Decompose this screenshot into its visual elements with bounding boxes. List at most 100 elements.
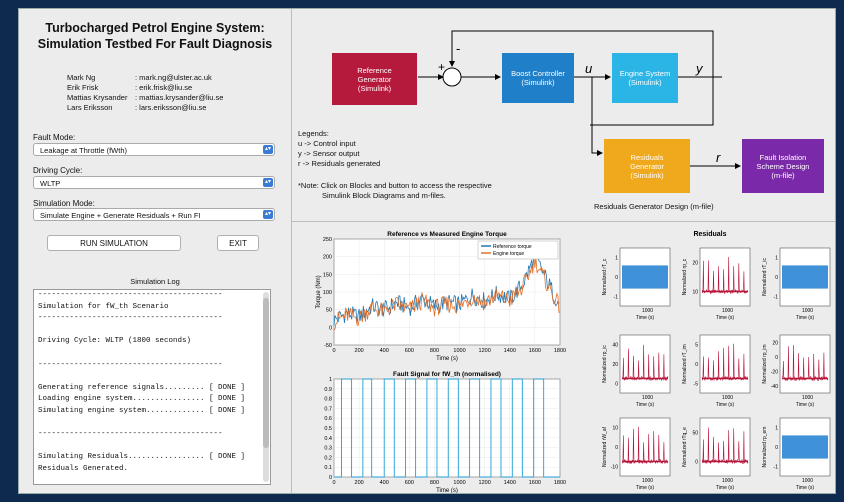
u-label: u (585, 61, 592, 76)
boost-controller-block[interactable]: Boost Controller (Simulink) (502, 53, 574, 103)
y-tick-label: 1 (775, 426, 778, 432)
plot-area (699, 334, 751, 394)
y-tick-label: 0.8 (324, 397, 332, 403)
x-axis-label: Time (s) (436, 356, 458, 362)
y-tick-label: -50 (324, 343, 332, 349)
chevron-updown-icon[interactable]: ▴▾ (263, 178, 273, 187)
y-axis-label: Normalized rp_im (762, 344, 768, 383)
x-tick-label: 1000 (802, 308, 813, 314)
driving-cycle-select[interactable]: WLTP ▴▾ (33, 176, 275, 189)
x-tick-label: 800 (430, 480, 439, 486)
simulation-log[interactable]: ----------------------------------------… (33, 289, 271, 485)
y-tick-label: 0.6 (324, 416, 332, 422)
x-tick-label: 1000 (722, 308, 733, 314)
note: *Note: Click on Blocks and button to acc… (298, 181, 492, 201)
x-tick-label: 1000 (453, 348, 465, 354)
x-axis-label: Time (s) (636, 315, 654, 321)
y-tick-label: -5 (694, 381, 699, 387)
x-tick-label: 1000 (453, 480, 465, 486)
y-tick-label: -1 (774, 464, 779, 470)
x-tick-label: 400 (380, 348, 389, 354)
chart-legend: Reference torqueEngine torque (477, 240, 559, 260)
scrollbar-thumb[interactable] (263, 298, 269, 448)
y-tick-label: 0 (615, 445, 618, 451)
y-tick-label: 100 (323, 290, 332, 296)
x-tick-label: 1600 (529, 348, 541, 354)
authors-list: Mark Ng: mark.ng@ulster.ac.uk Erik Frisk… (67, 73, 223, 113)
engine-system-block[interactable]: Engine System (Simulink) (612, 53, 678, 103)
y-tick-label: 1 (615, 256, 618, 262)
x-tick-label: 1000 (642, 395, 653, 401)
note-line: *Note: Click on Blocks and button to acc… (298, 181, 492, 190)
y-tick-label: 1 (329, 377, 332, 383)
y-tick-label: 250 (323, 237, 332, 243)
fault-signal-chart: Fault Signal for fW_th (normalised) 0 200 4… (324, 371, 566, 494)
exit-button[interactable]: EXIT (217, 235, 259, 251)
legend-title: Legends: (298, 129, 329, 138)
log-scrollbar[interactable] (263, 292, 269, 482)
chart-title: Residuals (693, 231, 726, 238)
y-tick-label: -10 (611, 464, 618, 470)
fault-mode-label: Fault Mode: (33, 133, 76, 142)
y-tick-label: 10 (612, 426, 618, 432)
residuals-design-link[interactable]: Residuals Generator Design (m-file) (594, 202, 714, 211)
y-tick-label: 0.3 (324, 446, 332, 452)
reference-generator-block[interactable]: Reference Generator (Simulink) (332, 53, 417, 105)
y-tick-label: 0 (775, 445, 778, 451)
x-axis-label: Time (s) (796, 402, 814, 408)
residual-panel: -10 0 10 1000Time (s) Normalized rW_af (602, 417, 671, 491)
plots-area: Reference vs Measured Engine Torque0 200 4… (316, 231, 831, 494)
fault-mode-select[interactable]: Leakage at Throttle (fWth) ▴▾ (33, 143, 275, 156)
driving-cycle-label: Driving Cycle: (33, 166, 83, 175)
simulation-mode-select[interactable]: Simulate Engine + Generate Residuals + R… (33, 208, 275, 221)
y-tick-label: 50 (326, 308, 332, 314)
residual-signal (782, 435, 828, 459)
residual-panel: 10 20 1000Time (s) Normalized rp_c (682, 247, 751, 321)
fault-isolation-block[interactable]: Fault Isolation Scheme Design (m-file) (742, 139, 824, 193)
summing-junction (442, 67, 462, 87)
y-axis-label: Normalized rp_ic (602, 345, 608, 383)
app-window: Turbocharged Petrol Engine System: Simul… (18, 8, 836, 494)
y-tick-label: 10 (692, 290, 698, 296)
log-line: Loading engine system................ [ … (38, 395, 246, 404)
x-axis-label: Time (s) (636, 402, 654, 408)
y-axis-label: Normalized rTq_e (682, 427, 688, 467)
y-tick-label: 0 (695, 362, 698, 368)
x-axis-label: Time (s) (436, 488, 458, 494)
y-tick-label: 0.1 (324, 465, 332, 471)
x-tick-label: 400 (380, 480, 389, 486)
x-tick-label: 1400 (504, 348, 516, 354)
chevron-updown-icon[interactable]: ▴▾ (263, 145, 273, 154)
y-tick-label: 5 (695, 343, 698, 349)
y-axis-label: Normalized rW_af (602, 426, 608, 467)
y-tick-label: -1 (774, 294, 779, 300)
x-tick-label: 1000 (722, 478, 733, 484)
x-tick-label: 1800 (554, 348, 566, 354)
simulation-log-title: Simulation Log (130, 277, 180, 286)
run-simulation-button[interactable]: RUN SIMULATION (47, 235, 181, 251)
x-tick-label: 800 (430, 348, 439, 354)
x-axis-label: Time (s) (796, 315, 814, 321)
x-tick-label: 1600 (529, 480, 541, 486)
legend-label: Engine torque (493, 251, 524, 257)
simulation-mode-label: Simulation Mode: (33, 199, 95, 208)
app-title-line1: Turbocharged Petrol Engine System: (45, 21, 265, 35)
chart-title: Fault Signal for fW_th (normalised) (393, 371, 501, 378)
author-row: Mattias Krysander: mattias.krysander@liu… (67, 93, 224, 102)
plot-area (699, 247, 751, 307)
log-line: ----------------------------------------… (38, 291, 223, 299)
residual-signal (782, 265, 828, 289)
residual-panel: 0 50 1000Time (s) Normalized rTq_e (682, 417, 751, 491)
y-axis-label: Normalized rp_c (682, 258, 688, 295)
author-row: Mark Ng: mark.ng@ulster.ac.uk (67, 73, 212, 82)
chevron-updown-icon[interactable]: ▴▾ (263, 210, 273, 219)
legend-item: y -> Sensor output (298, 149, 360, 158)
x-axis-label: Time (s) (716, 485, 734, 491)
author-row: Erik Frisk: erik.frisk@liu.se (67, 83, 193, 92)
residuals-generator-block[interactable]: Residuals Generator (Simulink) (604, 139, 690, 193)
log-line: ----------------------------------------… (38, 360, 223, 369)
app-title-line2: Simulation Testbed For Fault Diagnosis (37, 37, 273, 51)
